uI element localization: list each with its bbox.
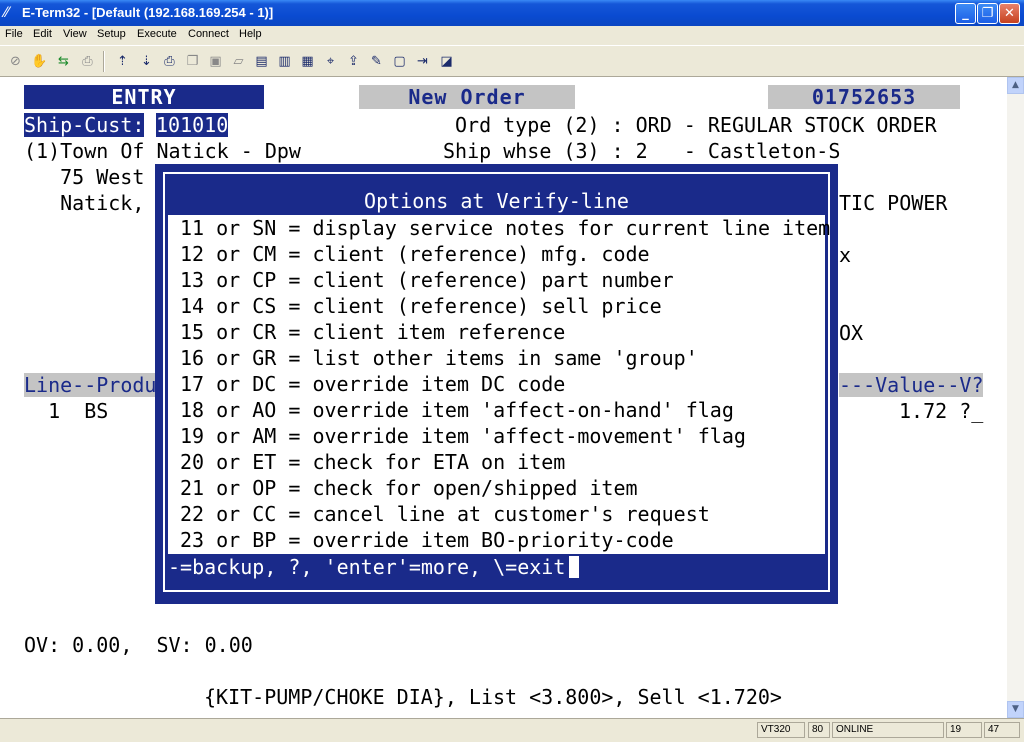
dialog-title: Options at Verify-line xyxy=(364,189,629,213)
menu-setup[interactable]: Setup xyxy=(97,28,126,40)
text-cursor xyxy=(569,556,580,578)
order-type: Ord type (2) : ORD - REGULAR STOCK ORDER xyxy=(455,113,937,137)
minimize-button[interactable]: _ xyxy=(955,3,976,24)
receive-file-icon[interactable]: ⇣ xyxy=(137,52,156,71)
option-cp[interactable]: 13 or CP = client (reference) part numbe… xyxy=(180,267,674,293)
customer-name: (1)Town Of Natick - Dpw xyxy=(24,139,301,163)
menu-edit[interactable]: Edit xyxy=(33,28,52,40)
ov-sv-totals: OV: 0.00, SV: 0.00 xyxy=(24,633,253,657)
option-sn[interactable]: 11 or SN = display service notes for cur… xyxy=(180,215,830,241)
scroll-up-icon[interactable]: ▲ xyxy=(1007,77,1024,94)
line-header-right: ---Value--V? xyxy=(839,373,984,397)
hand-icon[interactable]: ✋ xyxy=(30,52,49,71)
copy-icon[interactable]: ❐ xyxy=(183,52,202,71)
option-cr[interactable]: 15 or CR = client item reference xyxy=(180,319,565,345)
dialog-footer-text: -=backup, ?, 'enter'=more, \=exit xyxy=(168,555,566,579)
paste-icon[interactable]: ▣ xyxy=(206,52,225,71)
status-emulation: VT320 xyxy=(757,722,805,738)
order-number: 01752653 xyxy=(768,85,960,109)
menu-view[interactable]: View xyxy=(63,28,87,40)
connect-icon[interactable]: ⇆ xyxy=(54,52,73,71)
right-fragment-1: TIC POWER xyxy=(839,191,948,215)
log-icon[interactable]: ▤ xyxy=(252,52,271,71)
menu-connect[interactable]: Connect xyxy=(188,28,229,40)
status-row: 19 xyxy=(946,722,982,738)
close-button[interactable]: ✕ xyxy=(999,3,1020,24)
option-ao[interactable]: 18 or AO = override item 'affect-on-hand… xyxy=(180,397,734,423)
dialog-footer-prompt[interactable]: -=backup, ?, 'enter'=more, \=exit xyxy=(168,554,825,580)
option-am[interactable]: 19 or AM = override item 'affect-movemen… xyxy=(180,423,746,449)
window-title: E-Term32 - [Default (192.168.169.254 - 1… xyxy=(22,5,274,20)
status-columns: 80 xyxy=(808,722,830,738)
config-icon[interactable]: ◪ xyxy=(437,52,456,71)
option-bp[interactable]: 23 or BP = override item BO-priority-cod… xyxy=(180,527,674,553)
item-description: {KIT-PUMP/CHOKE DIA}, List <3.800>, Sell… xyxy=(204,685,782,709)
line-item-1-left: 1 BS xyxy=(24,399,109,423)
network-icon[interactable]: ⌖ xyxy=(321,52,340,71)
terminal-screen[interactable]: ENTRY New Order 01752653 Ship-Cust: 1010… xyxy=(0,77,1007,718)
keypad-icon[interactable]: ▦ xyxy=(298,52,317,71)
option-gr[interactable]: 16 or GR = list other items in same 'gro… xyxy=(180,345,698,371)
option-dc[interactable]: 17 or DC = override item DC code xyxy=(180,371,565,397)
new-order-header: New Order xyxy=(359,85,575,109)
toolbar: ⊘ ✋ ⇆ ⎙ ⇡ ⇣ ⎙ ❐ ▣ ▱ ▤ ▥ ▦ ⌖ ⇪ ✎ ▢ ⇥ ◪ xyxy=(0,45,1024,77)
address-line-1: 75 West xyxy=(36,165,145,189)
line-item-1-right: 1.72 ?_ xyxy=(899,399,984,423)
disconnect-icon[interactable]: ⊘ xyxy=(6,52,25,71)
ship-cust-value[interactable]: 101010 xyxy=(156,113,229,137)
print-setup-icon[interactable]: ⎙ xyxy=(78,52,97,71)
send-file-icon[interactable]: ⇡ xyxy=(113,52,132,71)
clear-icon[interactable]: ▱ xyxy=(229,52,248,71)
right-fragment-3: OX xyxy=(839,321,864,345)
option-et[interactable]: 20 or ET = check for ETA on item xyxy=(180,449,565,475)
toolbar-separator xyxy=(103,51,105,72)
options-dialog: Options at Verify-line 11 or SN = displa… xyxy=(155,164,838,604)
status-bar: VT320 80 ONLINE 19 47 xyxy=(0,718,1024,742)
option-cs[interactable]: 14 or CS = client (reference) sell price xyxy=(180,293,662,319)
address-line-2: Natick, xyxy=(36,191,145,215)
ship-whse: Ship whse (3) : 2 - Castleton-S xyxy=(443,139,841,163)
scroll-down-icon[interactable]: ▼ xyxy=(1007,701,1024,718)
menu-file[interactable]: File xyxy=(5,28,23,40)
exit-icon[interactable]: ⇥ xyxy=(413,52,432,71)
dialog-options-list: 11 or SN = display service notes for cur… xyxy=(168,215,830,554)
macro-icon[interactable]: ▢ xyxy=(390,52,409,71)
right-fragment-2: x xyxy=(839,243,852,267)
option-op[interactable]: 21 or OP = check for open/shipped item xyxy=(180,475,638,501)
title-bar: ⁄⁄ E-Term32 - [Default (192.168.169.254 … xyxy=(0,0,1024,26)
line-header-left: Line--Produ xyxy=(24,373,157,397)
print-icon[interactable]: ⎙ xyxy=(160,52,179,71)
capture-icon[interactable]: ▥ xyxy=(275,52,294,71)
option-cc[interactable]: 22 or CC = cancel line at customer's req… xyxy=(180,501,710,527)
status-col: 47 xyxy=(984,722,1020,738)
option-cm[interactable]: 12 or CM = client (reference) mfg. code xyxy=(180,241,650,267)
status-connection: ONLINE xyxy=(832,722,944,738)
transfer-icon[interactable]: ⇪ xyxy=(344,52,363,71)
entry-header: ENTRY xyxy=(24,85,264,109)
menu-help[interactable]: Help xyxy=(239,28,262,40)
menu-execute[interactable]: Execute xyxy=(137,28,177,40)
eterm-icon[interactable]: ⁄⁄ xyxy=(4,5,20,21)
vertical-scrollbar[interactable]: ▲ ▼ xyxy=(1007,77,1024,718)
restore-button[interactable]: ❐ xyxy=(977,3,998,24)
script-icon[interactable]: ✎ xyxy=(367,52,386,71)
ship-cust-label: Ship-Cust: xyxy=(24,113,145,137)
menu-bar: File Edit View Setup Execute Connect Hel… xyxy=(0,26,1024,45)
